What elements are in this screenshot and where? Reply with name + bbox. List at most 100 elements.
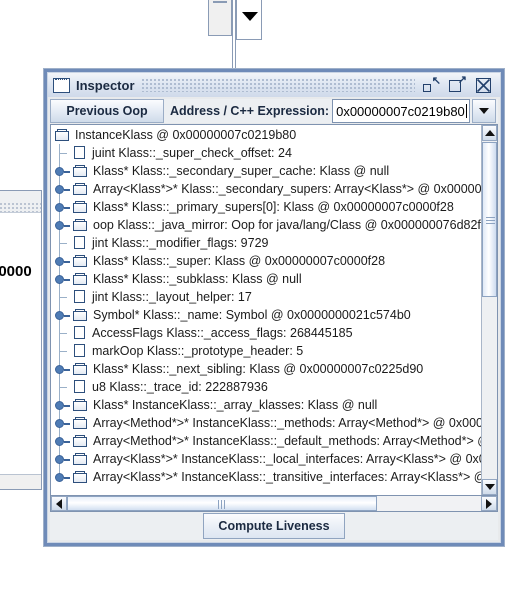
tree-row[interactable]: Klass* Klass::_secondary_super_cache: Kl… bbox=[51, 162, 481, 180]
tree-indent bbox=[51, 468, 73, 486]
background-window-footer bbox=[0, 474, 41, 489]
tree-row[interactable]: oop Klass::_java_mirror: Oop for java/la… bbox=[51, 216, 481, 234]
tree-row[interactable]: jint Klass::_layout_helper: 17 bbox=[51, 288, 481, 306]
compute-liveness-button[interactable]: Compute Liveness bbox=[203, 513, 345, 539]
tree-row-label: jint Klass::_layout_helper: 17 bbox=[92, 290, 252, 304]
tree-row-label: Array<Method*>* InstanceKlass::_default_… bbox=[93, 434, 481, 448]
folder-icon bbox=[73, 452, 88, 466]
tree-expand-handle[interactable] bbox=[55, 185, 70, 194]
tree-row[interactable]: Klass* InstanceKlass::_array_klasses: Kl… bbox=[51, 396, 481, 414]
scroll-up-button[interactable] bbox=[482, 125, 497, 141]
tree-row[interactable]: jint Klass::_modifier_flags: 9729 bbox=[51, 234, 481, 252]
tree-row-label: InstanceKlass @ 0x00000007c0219b80 bbox=[75, 128, 297, 142]
folder-icon bbox=[73, 200, 88, 214]
tree-row-label: jint Klass::_modifier_flags: 9729 bbox=[92, 236, 269, 250]
screen: 00000 Inspector ↖ ↗ bbox=[0, 0, 519, 596]
tree-row[interactable]: AccessFlags Klass::_access_flags: 268445… bbox=[51, 324, 481, 342]
tree-expand-handle[interactable] bbox=[55, 455, 70, 464]
maximize-button[interactable]: ↗ bbox=[448, 74, 467, 94]
window-icon bbox=[53, 77, 70, 93]
tree-row[interactable]: Array<Method*>* InstanceKlass::_methods:… bbox=[51, 414, 481, 432]
tree-indent bbox=[51, 252, 73, 270]
tree-row[interactable]: markOop Klass::_prototype_header: 5 bbox=[51, 342, 481, 360]
folder-icon bbox=[73, 218, 88, 232]
tree-row[interactable]: juint Klass::_super_check_offset: 24 bbox=[51, 144, 481, 162]
doc-icon bbox=[74, 236, 86, 250]
tree-expand-handle[interactable] bbox=[55, 221, 70, 230]
tree-indent bbox=[51, 342, 73, 360]
close-button[interactable] bbox=[474, 77, 493, 94]
scroll-right-button[interactable] bbox=[481, 496, 497, 511]
tree-row-label: Array<Klass*>* Klass::_secondary_supers:… bbox=[93, 182, 481, 196]
folder-icon bbox=[73, 308, 88, 322]
folder-icon bbox=[73, 362, 88, 376]
titlebar[interactable]: Inspector ↖ ↗ bbox=[48, 73, 500, 97]
address-input-value: 0x00000007c0219b80 bbox=[336, 103, 465, 119]
tree-expand-handle[interactable] bbox=[55, 311, 70, 320]
tree-expand-handle[interactable] bbox=[55, 167, 70, 176]
tree-row-label: Klass* Klass::_next_sibling: Klass @ 0x0… bbox=[93, 362, 424, 376]
background-scrollbar-thumb[interactable] bbox=[208, 0, 232, 36]
tree-row[interactable]: u8 Klass::_trace_id: 222887936 bbox=[51, 378, 481, 396]
tree-expand-handle[interactable] bbox=[55, 365, 70, 374]
tree-viewport[interactable]: InstanceKlass @ 0x00000007c0219b80 juint … bbox=[51, 125, 481, 495]
tree-indent bbox=[51, 360, 73, 378]
horizontal-scroll-thumb[interactable] bbox=[67, 496, 377, 511]
tree-horizontal-scrollbar[interactable] bbox=[50, 495, 498, 512]
tree-row-label: AccessFlags Klass::_access_flags: 268445… bbox=[92, 326, 353, 340]
tree-indent bbox=[51, 216, 73, 234]
tree-expand-handle[interactable] bbox=[55, 401, 70, 410]
tree-indent bbox=[51, 288, 73, 306]
minimize-button[interactable]: ↖ bbox=[422, 75, 441, 94]
tree-indent bbox=[51, 306, 73, 324]
tree-expand-handle[interactable] bbox=[55, 275, 70, 284]
tree-expand-handle[interactable] bbox=[55, 203, 70, 212]
address-input-wrapper: 0x00000007c0219b80 bbox=[332, 99, 498, 123]
tree-row[interactable]: Array<Klass*>* InstanceKlass::_transitiv… bbox=[51, 468, 481, 486]
tree-row[interactable]: Klass* Klass::_super: Klass @ 0x00000007… bbox=[51, 252, 481, 270]
tree-expand-handle[interactable] bbox=[55, 419, 70, 428]
tree-indent bbox=[51, 414, 73, 432]
address-input[interactable]: 0x00000007c0219b80 bbox=[332, 99, 470, 123]
tree-row-label: Symbol* Klass::_name: Symbol @ 0x0000000… bbox=[93, 308, 411, 322]
tree-row[interactable]: Klass* Klass::_next_sibling: Klass @ 0x0… bbox=[51, 360, 481, 378]
scrollbar-grip bbox=[213, 1, 227, 3]
tree-indent bbox=[51, 144, 73, 162]
tree-row-root[interactable]: InstanceKlass @ 0x00000007c0219b80 bbox=[51, 126, 481, 144]
address-label: Address / C++ Expression: bbox=[164, 99, 333, 123]
tree-expand-handle[interactable] bbox=[55, 473, 70, 482]
vertical-scroll-thumb[interactable] bbox=[482, 142, 497, 297]
inspector-tree-pane[interactable]: InstanceKlass @ 0x00000007c0219b80 juint … bbox=[50, 124, 498, 496]
tree-expand-handle[interactable] bbox=[55, 257, 70, 266]
address-toolbar: Previous Oop Address / C++ Expression: 0… bbox=[50, 99, 498, 123]
scrollbar-grip bbox=[486, 216, 495, 224]
footer-bar: Compute Liveness bbox=[50, 512, 498, 540]
address-dropdown-button[interactable] bbox=[472, 99, 496, 123]
folder-icon bbox=[55, 128, 70, 142]
tree-row-label: Klass* InstanceKlass::_array_klasses: Kl… bbox=[93, 398, 378, 412]
tree-row[interactable]: Klass* Klass::_subklass: Klass @ null bbox=[51, 270, 481, 288]
tree-row[interactable]: Array<Klass*>* Klass::_secondary_supers:… bbox=[51, 180, 481, 198]
close-icon bbox=[476, 78, 491, 92]
tree-row[interactable]: Array<Klass*>* InstanceKlass::_local_int… bbox=[51, 450, 481, 468]
tree-vertical-scrollbar[interactable] bbox=[481, 125, 497, 495]
tree-row-label: markOop Klass::_prototype_header: 5 bbox=[92, 344, 304, 358]
doc-icon bbox=[74, 326, 86, 340]
inspector-window[interactable]: Inspector ↖ ↗ Previous Oop Address / C++… bbox=[44, 69, 504, 546]
tree-indent bbox=[51, 270, 73, 288]
scroll-down-button[interactable] bbox=[482, 479, 497, 495]
previous-oop-button[interactable]: Previous Oop bbox=[50, 99, 164, 123]
tree-rows: InstanceKlass @ 0x00000007c0219b80 juint … bbox=[51, 126, 481, 486]
background-window[interactable]: 00000 bbox=[0, 190, 42, 490]
doc-icon bbox=[74, 290, 86, 304]
triangle-left-icon bbox=[56, 498, 62, 509]
horizontal-scroll-track[interactable] bbox=[67, 496, 481, 511]
tree-row[interactable]: Symbol* Klass::_name: Symbol @ 0x0000000… bbox=[51, 306, 481, 324]
triangle-down-icon[interactable] bbox=[242, 12, 258, 21]
tree-row[interactable]: Klass* Klass::_primary_supers[0]: Klass … bbox=[51, 198, 481, 216]
tree-row[interactable]: Array<Method*>* InstanceKlass::_default_… bbox=[51, 432, 481, 450]
tree-expand-handle[interactable] bbox=[55, 437, 70, 446]
scrollbar-grip bbox=[218, 500, 226, 509]
scroll-left-button[interactable] bbox=[51, 496, 67, 511]
tree-indent bbox=[51, 450, 73, 468]
